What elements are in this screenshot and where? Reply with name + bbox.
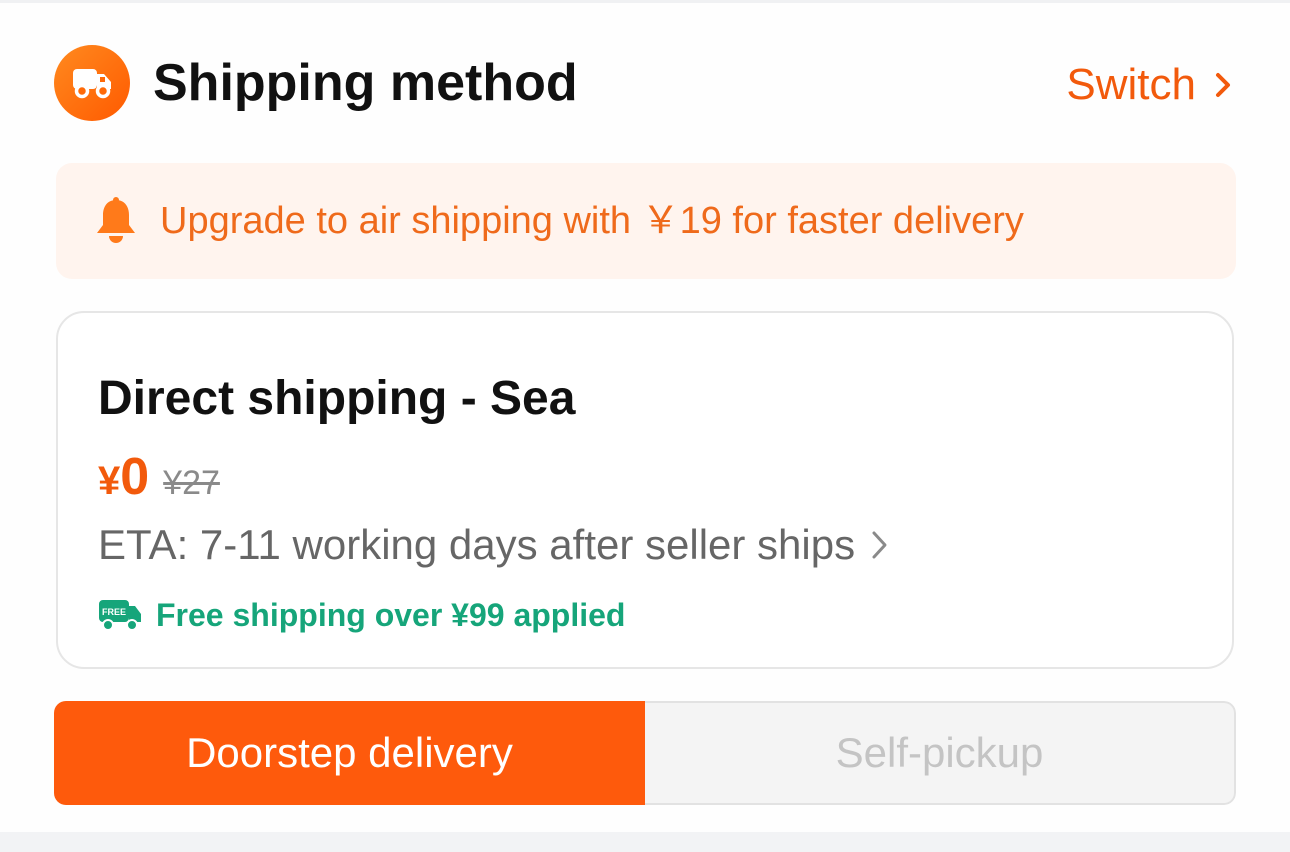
free-shipping-note: FREE Free shipping over ¥99 applied (98, 591, 625, 639)
free-shipping-text: Free shipping over ¥99 applied (156, 596, 626, 633)
delivery-type-toggle: Doorstep delivery Self-pickup (54, 701, 1236, 805)
banner-text: Upgrade to air shipping with ￥19 for fas… (160, 200, 1024, 242)
shipping-option-title: Direct shipping - Sea (98, 372, 576, 425)
switch-button[interactable]: Switch (1066, 53, 1236, 117)
truck-icon (54, 45, 130, 121)
eta-text: ETA: 7-11 working days after seller ship… (98, 521, 856, 568)
page-title: Shipping method (153, 54, 578, 112)
chevron-right-icon (1216, 73, 1230, 97)
shipping-method-card: Shipping method Switch Upgrade to air sh… (0, 0, 1290, 832)
self-pickup-tab[interactable]: Self-pickup (645, 701, 1236, 805)
price-row: ¥0 ¥27 (98, 447, 220, 507)
shipping-option-sea[interactable]: Direct shipping - Sea ¥0 ¥27 ETA: 7-11 w… (56, 311, 1234, 669)
section-header: Shipping method Switch (54, 45, 1236, 125)
eta-row[interactable]: ETA: 7-11 working days after seller ship… (98, 517, 889, 573)
free-badge-text: FREE (102, 607, 126, 617)
doorstep-delivery-tab[interactable]: Doorstep delivery (54, 701, 645, 805)
current-price: ¥0 (98, 447, 149, 511)
switch-label: Switch (1066, 60, 1196, 109)
free-shipping-truck-icon: FREE (99, 600, 141, 631)
air-shipping-upgrade-banner[interactable]: Upgrade to air shipping with ￥19 for fas… (56, 163, 1236, 279)
original-price: ¥27 (163, 464, 220, 502)
chevron-right-icon (872, 531, 887, 559)
current-price-value: 0 (120, 448, 150, 506)
bell-icon (97, 197, 135, 243)
currency-symbol: ¥ (98, 459, 121, 503)
